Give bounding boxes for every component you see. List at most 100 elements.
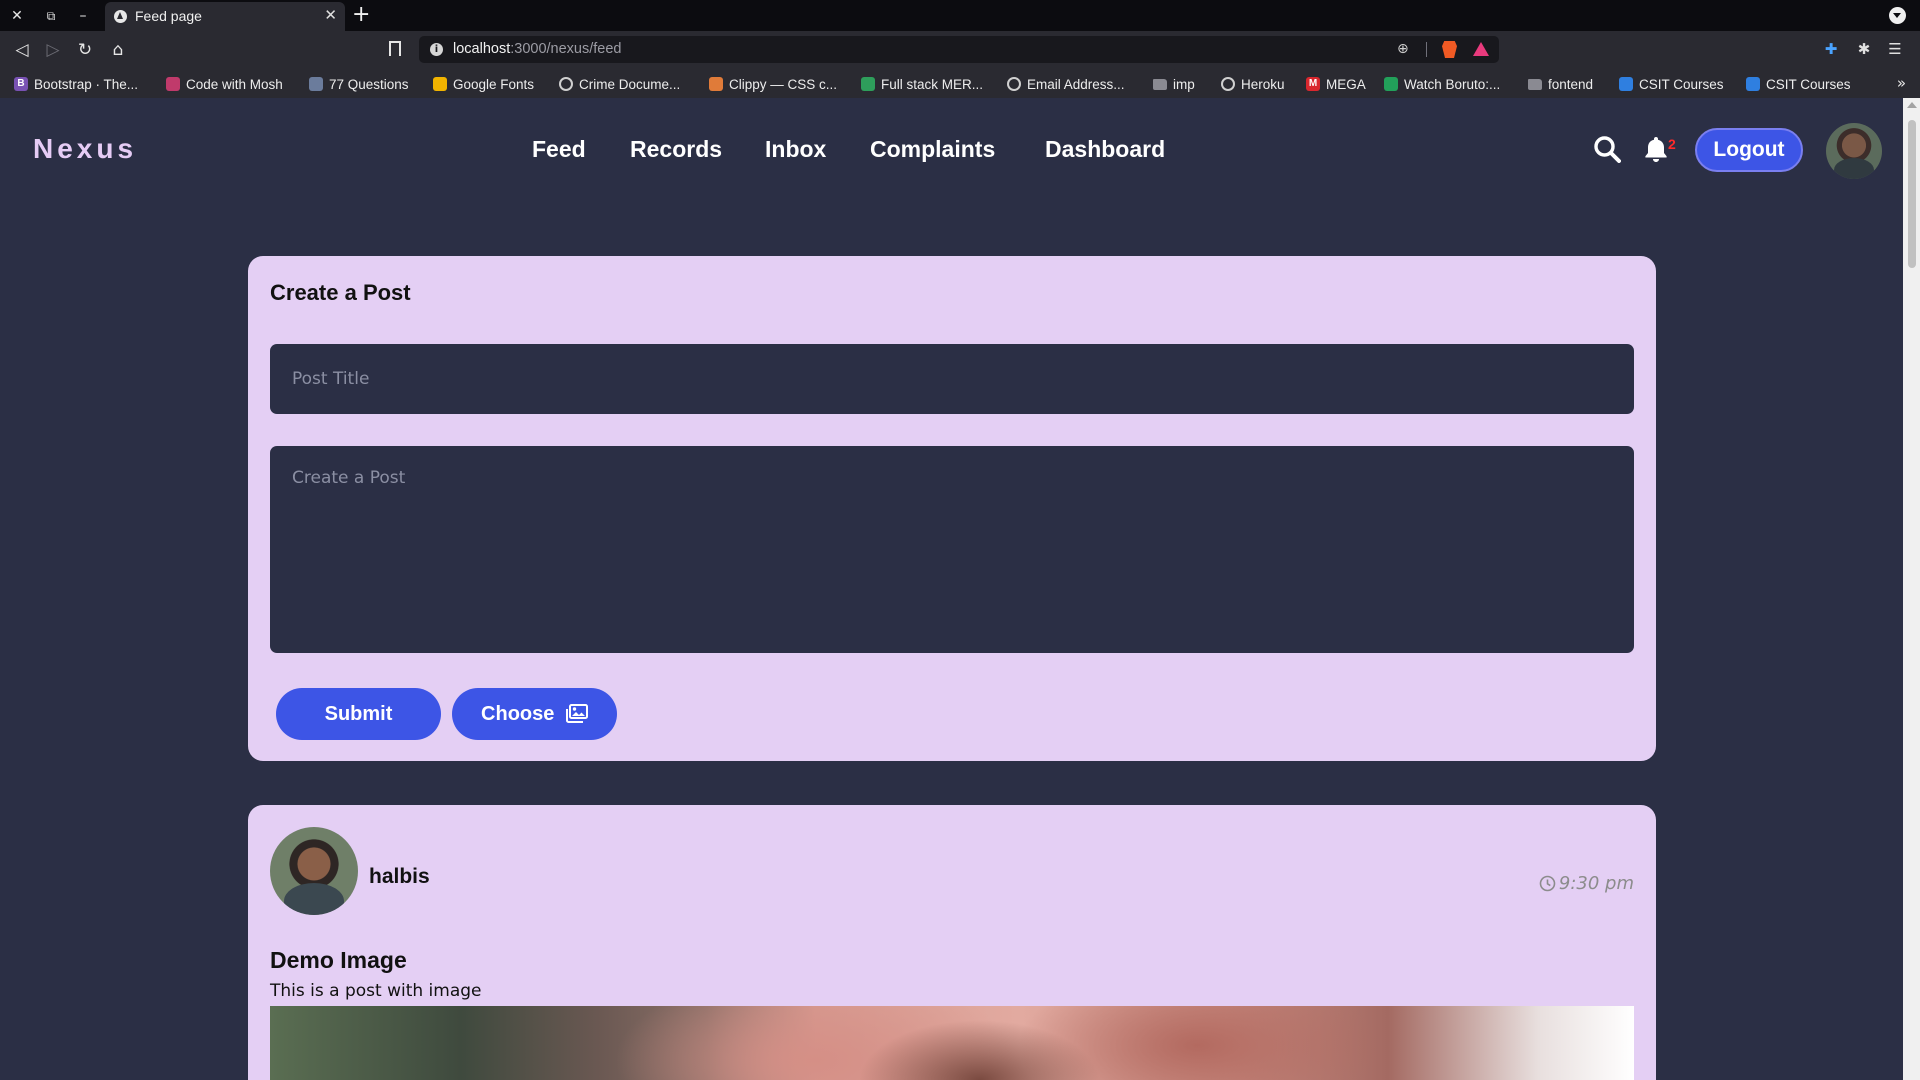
images-icon [565, 704, 588, 723]
bookmark-label: Full stack MER... [881, 76, 984, 92]
browser-menu-icon[interactable]: ☰ [1886, 40, 1904, 58]
logout-button[interactable]: Logout [1695, 128, 1803, 172]
csit-icon [1746, 77, 1760, 91]
tab-title: Feed page [135, 8, 202, 24]
bookmark-item[interactable]: Code with Mosh [166, 75, 283, 93]
scroll-up-icon[interactable] [1907, 102, 1917, 108]
bookmarks-bar: B Bootstrap · The... Code with Mosh 77 Ques… [0, 68, 1920, 98]
folder-icon [1528, 78, 1542, 90]
home-icon[interactable]: ⌂ [106, 38, 130, 62]
bookmark-item[interactable]: imp [1153, 75, 1195, 93]
bookmark-label: 77 Questions [329, 76, 409, 92]
bookmark-item[interactable]: Crime Docume... [559, 75, 680, 93]
create-post-card: Create a Post Post Title Create a Post S… [248, 256, 1656, 761]
tab-favicon-icon [114, 10, 127, 23]
forward-icon[interactable]: ▷ [41, 38, 65, 62]
google-fonts-icon [433, 77, 447, 91]
post-username[interactable]: halbis [369, 865, 430, 889]
clippy-icon [709, 77, 723, 91]
bookmark-item[interactable]: CSIT Courses [1619, 75, 1724, 93]
zoom-icon[interactable]: ⊕ [1397, 41, 1413, 57]
extensions-puzzle-icon[interactable]: ✱ [1855, 40, 1873, 58]
bookmark-label: MEGA [1326, 76, 1366, 92]
folder-icon [1153, 78, 1167, 90]
csit-icon [1619, 77, 1633, 91]
bookmark-item[interactable]: CSIT Courses [1746, 75, 1851, 93]
bookmark-label: Heroku [1241, 76, 1285, 92]
globe-icon [1221, 77, 1235, 91]
bookmark-item[interactable]: fontend [1528, 75, 1593, 93]
bookmark-label: CSIT Courses [1639, 76, 1724, 92]
nav-complaints[interactable]: Complaints [870, 136, 995, 163]
browser-tab-bar: ✕ ⧉ – Feed page ✕ + [0, 0, 1920, 31]
globe-icon [559, 77, 573, 91]
post-title-input[interactable]: Post Title [270, 344, 1634, 414]
bookmark-item[interactable]: Full stack MER... [861, 75, 983, 93]
tab-close-icon[interactable]: ✕ [324, 6, 337, 24]
bookmark-item[interactable]: 77 Questions [309, 75, 409, 93]
post-author-avatar[interactable] [270, 827, 358, 915]
minimize-window-icon[interactable]: – [72, 5, 94, 27]
bookmark-item[interactable]: M MEGA [1306, 75, 1366, 93]
bookmark-label: CSIT Courses [1766, 76, 1851, 92]
post-title: Demo Image [270, 947, 407, 973]
brave-shields-icon[interactable] [1442, 41, 1457, 58]
profile-avatar[interactable] [1826, 123, 1882, 179]
bookmark-item[interactable]: Email Address... [1007, 75, 1125, 93]
questions-icon [309, 77, 323, 91]
browser-tab[interactable]: Feed page ✕ [105, 2, 345, 31]
choose-image-button[interactable]: Choose [452, 688, 617, 740]
submit-button[interactable]: Submit [276, 688, 441, 740]
boruto-icon [1384, 77, 1398, 91]
url-text[interactable]: localhost:3000/nexus/feed [453, 41, 622, 57]
reload-icon[interactable]: ↻ [73, 38, 97, 62]
site-info-icon[interactable]: i [430, 43, 443, 56]
address-bar[interactable]: i localhost:3000/nexus/feed ⊕ [419, 36, 1499, 63]
bookmark-label: Email Address... [1027, 76, 1125, 92]
post-body: This is a post with image [270, 981, 482, 1001]
bookmark-label: Code with Mosh [186, 76, 283, 92]
url-path: :3000/nexus/feed [510, 41, 622, 57]
bookmark-item[interactable]: Google Fonts [433, 75, 534, 93]
nav-dashboard[interactable]: Dashboard [1045, 136, 1165, 163]
brave-rewards-icon[interactable] [1473, 42, 1489, 56]
bookmark-label: Bootstrap · The... [34, 76, 139, 92]
bookmark-item[interactable]: Heroku [1221, 75, 1285, 93]
nav-records[interactable]: Records [630, 136, 722, 163]
back-icon[interactable]: ◁ [10, 38, 34, 62]
bookmark-item[interactable]: B Bootstrap · The... [14, 75, 138, 93]
post-time-text: 9:30 pm [1558, 873, 1634, 894]
nav-inbox[interactable]: Inbox [765, 136, 826, 163]
divider [1426, 42, 1427, 57]
more-bookmarks-icon[interactable]: » [1897, 74, 1906, 92]
clock-icon [1539, 875, 1556, 892]
bookmark-item[interactable]: Clippy — CSS c... [709, 75, 837, 93]
mega-icon: M [1306, 77, 1320, 91]
tab-list-icon[interactable] [1889, 7, 1906, 24]
mosh-icon [166, 77, 180, 91]
scrollbar-thumb[interactable] [1908, 120, 1916, 268]
bookmark-label: Watch Boruto:... [1404, 76, 1501, 92]
post-body-textarea[interactable]: Create a Post [270, 446, 1634, 653]
brand-logo[interactable]: Nexus [33, 133, 137, 165]
browser-toolbar: ◁ ▷ ↻ ⌂ i localhost:3000/nexus/feed ⊕ ✚ … [0, 31, 1920, 68]
url-host: localhost [453, 41, 511, 57]
bookmark-label: Clippy — CSS c... [729, 76, 838, 92]
extension-icon[interactable]: ✚ [1822, 40, 1840, 58]
post-image[interactable] [270, 1006, 1634, 1080]
create-post-heading: Create a Post [270, 280, 411, 305]
choose-label: Choose [481, 703, 555, 725]
restore-window-icon[interactable]: ⧉ [40, 5, 62, 27]
bookmark-label: Crime Docume... [579, 76, 681, 92]
code-icon [861, 77, 875, 91]
bell-icon[interactable] [1643, 135, 1669, 163]
close-window-icon[interactable]: ✕ [6, 5, 28, 27]
new-tab-icon[interactable]: + [352, 3, 370, 27]
nav-feed[interactable]: Feed [532, 136, 586, 163]
notification-badge: 2 [1668, 136, 1676, 152]
submit-label: Submit [324, 703, 393, 725]
bookmark-page-icon[interactable] [389, 41, 401, 58]
post-card: halbis 9:30 pm Demo Image This is a post… [248, 805, 1656, 1080]
bookmark-item[interactable]: Watch Boruto:... [1384, 75, 1500, 93]
search-icon[interactable] [1593, 135, 1621, 163]
